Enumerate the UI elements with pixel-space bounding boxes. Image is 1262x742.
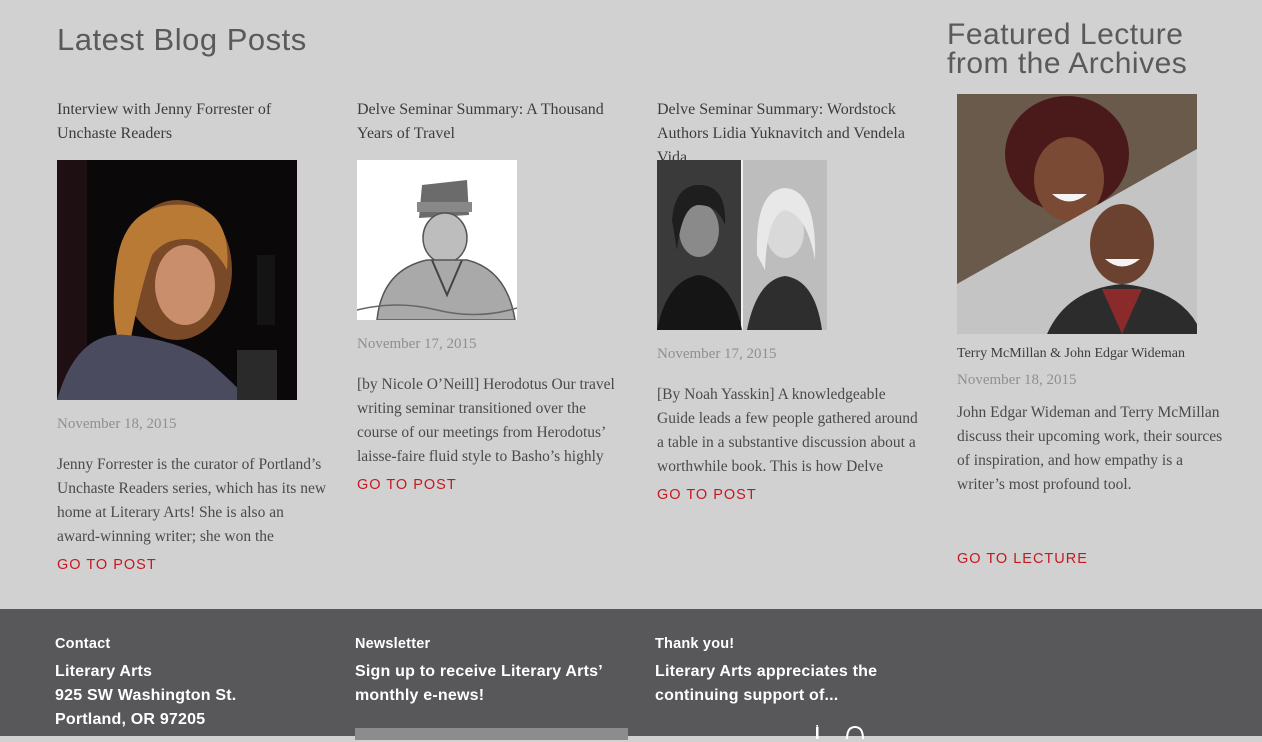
post-date: November 17, 2015 bbox=[357, 336, 477, 352]
go-to-post-link[interactable]: GO TO POST bbox=[657, 487, 757, 503]
blog-post-3: Delve Seminar Summary: Wordstock Authors… bbox=[657, 98, 927, 503]
post-date: November 18, 2015 bbox=[57, 416, 177, 432]
site-footer: Contact Literary Arts 925 SW Washington … bbox=[0, 609, 1262, 740]
go-to-post-link[interactable]: GO TO POST bbox=[57, 557, 157, 573]
footer-newsletter: Newsletter Sign up to receive Literary A… bbox=[355, 636, 625, 708]
newsletter-text: Sign up to receive Literary Arts’ monthl… bbox=[355, 663, 602, 704]
post-excerpt: [By Noah Yasskin] A knowledgeable Guide … bbox=[657, 386, 918, 475]
blog-post-1: Interview with Jenny Forrester of Unchas… bbox=[57, 98, 327, 573]
contact-org-name: Literary Arts bbox=[55, 663, 153, 680]
featured-lecture-excerpt: John Edgar Wideman and Terry McMillan di… bbox=[957, 404, 1223, 493]
go-to-post-link[interactable]: GO TO POST bbox=[357, 477, 457, 493]
post-image-jenny-forrester[interactable] bbox=[57, 160, 297, 400]
post-image-basho[interactable] bbox=[357, 160, 517, 320]
latest-blog-posts-heading: Latest Blog Posts bbox=[57, 22, 307, 57]
post-title[interactable]: Delve Seminar Summary: Wordstock Authors… bbox=[657, 98, 927, 160]
featured-lecture-caption: Terry McMillan & John Edgar Wideman bbox=[957, 346, 1185, 361]
featured-lecture-heading: Featured Lecture from the Archives bbox=[947, 18, 1188, 80]
featured-lecture-date: November 18, 2015 bbox=[957, 372, 1077, 388]
footer-contact-heading: Contact bbox=[55, 636, 111, 652]
footer-newsletter-heading: Newsletter bbox=[355, 636, 431, 652]
post-image-yuknavitch-vida[interactable] bbox=[657, 160, 827, 330]
post-excerpt: [by Nicole O’Neill] Herodotus Our travel… bbox=[357, 376, 615, 465]
post-date: November 17, 2015 bbox=[657, 346, 777, 362]
go-to-lecture-link[interactable]: GO TO LECTURE bbox=[957, 551, 1088, 567]
thanks-text: Literary Arts appreciates the continuing… bbox=[655, 663, 878, 704]
featured-lecture-image[interactable] bbox=[957, 94, 1197, 334]
pinterest-icon[interactable] bbox=[845, 724, 865, 742]
footer-thanks: Thank you! Literary Arts appreciates the… bbox=[655, 636, 915, 708]
post-title[interactable]: Interview with Jenny Forrester of Unchas… bbox=[57, 98, 302, 146]
featured-lecture: Terry McMillan & John Edgar Wideman Nove… bbox=[957, 94, 1237, 567]
footer-contact: Contact Literary Arts 925 SW Washington … bbox=[55, 636, 345, 732]
contact-street: 925 SW Washington St. bbox=[55, 687, 237, 704]
post-title[interactable]: Delve Seminar Summary: A Thousand Years … bbox=[357, 98, 617, 146]
instagram-icon[interactable] bbox=[810, 724, 824, 742]
blog-post-2: Delve Seminar Summary: A Thousand Years … bbox=[357, 98, 627, 493]
contact-city: Portland, OR 97205 bbox=[55, 711, 206, 728]
footer-thanks-heading: Thank you! bbox=[655, 636, 735, 652]
newsletter-email-input[interactable] bbox=[355, 728, 628, 740]
post-excerpt: Jenny Forrester is the curator of Portla… bbox=[57, 456, 327, 545]
